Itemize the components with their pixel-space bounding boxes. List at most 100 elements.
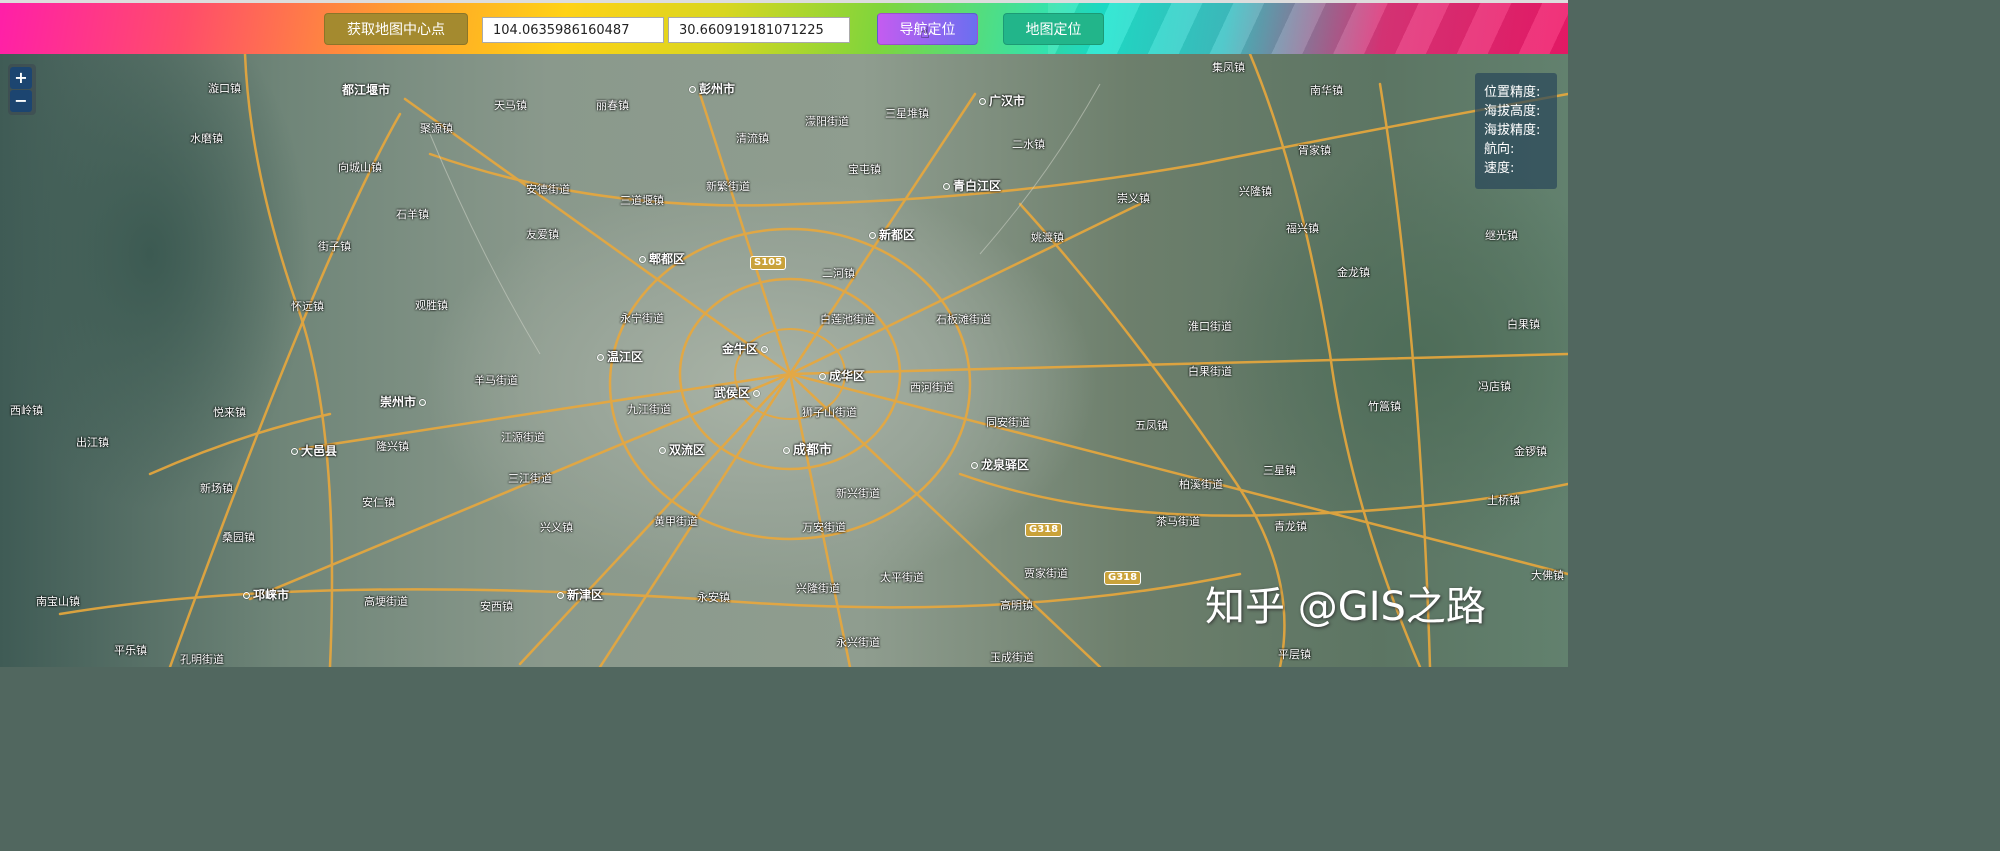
place-label: 江源街道 bbox=[501, 431, 545, 444]
place-label: 濛阳街道 bbox=[805, 115, 849, 128]
place-label: 安德街道 bbox=[526, 183, 570, 196]
place-label: 狮子山街道 bbox=[802, 406, 857, 419]
place-label: 孔明街道 bbox=[180, 653, 224, 666]
place-label: 清流镇 bbox=[736, 132, 769, 145]
place-label: 广汉市 bbox=[976, 95, 1025, 107]
place-label: 永安镇 bbox=[697, 591, 730, 604]
place-label: 怀远镇 bbox=[291, 300, 324, 313]
place-label: 街子镇 bbox=[318, 240, 351, 253]
place-label: 石板滩街道 bbox=[936, 313, 991, 326]
place-label: 隆兴镇 bbox=[376, 440, 409, 453]
place-label: 温江区 bbox=[594, 351, 643, 363]
toolbar-decoration bbox=[1048, 3, 1568, 54]
road-shield: S105 bbox=[750, 256, 787, 270]
place-label: 向城山镇 bbox=[338, 161, 382, 174]
place-label: 金锣镇 bbox=[1514, 445, 1547, 458]
place-label: 漩口镇 bbox=[208, 82, 241, 95]
place-label: 竹篙镇 bbox=[1368, 400, 1401, 413]
place-label: 二水镇 bbox=[1012, 138, 1045, 151]
place-label: 武侯区 bbox=[714, 387, 763, 399]
place-label: 宝屯镇 bbox=[848, 163, 881, 176]
watermark: 知乎 @GIS之路 bbox=[1205, 584, 1486, 630]
place-label: 继光镇 bbox=[1485, 229, 1518, 242]
place-label: 南宝山镇 bbox=[36, 595, 80, 608]
place-label: 南华镇 bbox=[1310, 84, 1343, 97]
hand-cursor-icon: ☝ bbox=[920, 23, 930, 42]
place-label: 天马镇 bbox=[494, 99, 527, 112]
longitude-input[interactable] bbox=[482, 17, 664, 43]
place-label: 龙泉驿区 bbox=[968, 459, 1029, 471]
heading-label: 航向: bbox=[1484, 142, 1515, 157]
place-label: 三道堰镇 bbox=[620, 194, 664, 207]
place-label: 大佛镇 bbox=[1531, 569, 1564, 582]
place-label: 永兴街道 bbox=[836, 636, 880, 649]
place-label: 兴隆镇 bbox=[1239, 185, 1272, 198]
place-label: 安仁镇 bbox=[362, 496, 395, 509]
place-label: 姚渡镇 bbox=[1031, 231, 1064, 244]
place-label: 冯店镇 bbox=[1478, 380, 1511, 393]
place-label: 羊马街道 bbox=[474, 374, 518, 387]
place-label: 金龙镇 bbox=[1337, 266, 1370, 279]
place-label: 福兴镇 bbox=[1286, 222, 1319, 235]
place-label: 新场镇 bbox=[200, 482, 233, 495]
place-label: 桑园镇 bbox=[222, 531, 255, 544]
place-label: 邛崃市 bbox=[240, 589, 289, 601]
geolocation-info-panel: 位置精度: 海拔高度: 海拔精度: 航向: 速度: bbox=[1475, 73, 1557, 189]
place-label: 双流区 bbox=[656, 444, 705, 456]
place-label: 友爱镇 bbox=[526, 228, 559, 241]
place-label: 万安街道 bbox=[802, 521, 846, 534]
place-label: 安西镇 bbox=[480, 600, 513, 613]
place-label: 都江堰市 bbox=[342, 83, 391, 97]
get-map-center-button[interactable]: 获取地图中心点 bbox=[324, 13, 468, 45]
altitude-accuracy-label: 海拔精度: bbox=[1484, 123, 1541, 138]
place-label: 聚源镇 bbox=[420, 122, 453, 135]
place-label: 三江街道 bbox=[508, 472, 552, 485]
place-label: 高埂街道 bbox=[364, 595, 408, 608]
place-label: 玉成街道 bbox=[990, 651, 1034, 664]
place-label: 悦来镇 bbox=[213, 406, 246, 419]
zoom-out-button[interactable]: − bbox=[10, 90, 32, 112]
place-label: 石羊镇 bbox=[396, 208, 429, 221]
map-view[interactable]: + − S105 G318 G318 漩口镇 都江堰市 天马镇 丽春镇 彭州市 … bbox=[0, 54, 1568, 667]
place-label: 高明镇 bbox=[1000, 599, 1033, 612]
place-label: 成都市 bbox=[780, 444, 832, 457]
place-label: 新繁街道 bbox=[706, 180, 750, 193]
place-label: 淮口街道 bbox=[1188, 320, 1232, 333]
place-label: 大邑县 bbox=[288, 445, 337, 457]
place-label: 水磨镇 bbox=[190, 132, 223, 145]
place-label: 新津区 bbox=[554, 589, 603, 601]
place-label: 永宁街道 bbox=[620, 312, 664, 325]
place-label: 平乐镇 bbox=[114, 644, 147, 657]
place-label: 丽春镇 bbox=[596, 99, 629, 112]
place-label: 集凤镇 bbox=[1212, 61, 1245, 74]
latitude-input[interactable] bbox=[668, 17, 850, 43]
place-label: 彭州市 bbox=[686, 83, 735, 95]
place-label: 新都区 bbox=[866, 229, 915, 241]
place-label: 白果街道 bbox=[1188, 365, 1232, 378]
zoom-in-button[interactable]: + bbox=[10, 67, 32, 89]
altitude-label: 海拔高度: bbox=[1484, 104, 1541, 119]
place-label: 茶马街道 bbox=[1156, 515, 1200, 528]
place-label: 白莲池街道 bbox=[820, 313, 875, 326]
place-label: 胥家镇 bbox=[1298, 144, 1331, 157]
map-locate-button[interactable]: 地图定位 bbox=[1003, 13, 1104, 45]
place-label: 成华区 bbox=[816, 370, 865, 382]
place-label: 出江镇 bbox=[76, 436, 109, 449]
speed-label: 速度: bbox=[1484, 161, 1515, 176]
place-label: 新兴街道 bbox=[836, 487, 880, 500]
place-label: 金牛区 bbox=[722, 343, 771, 355]
place-label: 三星堆镇 bbox=[885, 107, 929, 120]
place-label: 西河街道 bbox=[910, 381, 954, 394]
place-label: 同安街道 bbox=[986, 416, 1030, 429]
place-label: 九江街道 bbox=[627, 403, 671, 416]
toolbar: 获取地图中心点 导航定位 地图定位 ☝ bbox=[0, 0, 1568, 54]
place-label: 二河镇 bbox=[822, 267, 855, 280]
place-label: 西岭镇 bbox=[10, 404, 43, 417]
road-shield: G318 bbox=[1104, 571, 1142, 585]
place-label: 柏溪街道 bbox=[1179, 478, 1223, 491]
place-label: 平层镇 bbox=[1278, 648, 1311, 661]
place-label: 崇州市 bbox=[380, 396, 429, 408]
place-label: 五凤镇 bbox=[1135, 419, 1168, 432]
place-label: 太平街道 bbox=[880, 571, 924, 584]
place-label: 土桥镇 bbox=[1487, 494, 1520, 507]
